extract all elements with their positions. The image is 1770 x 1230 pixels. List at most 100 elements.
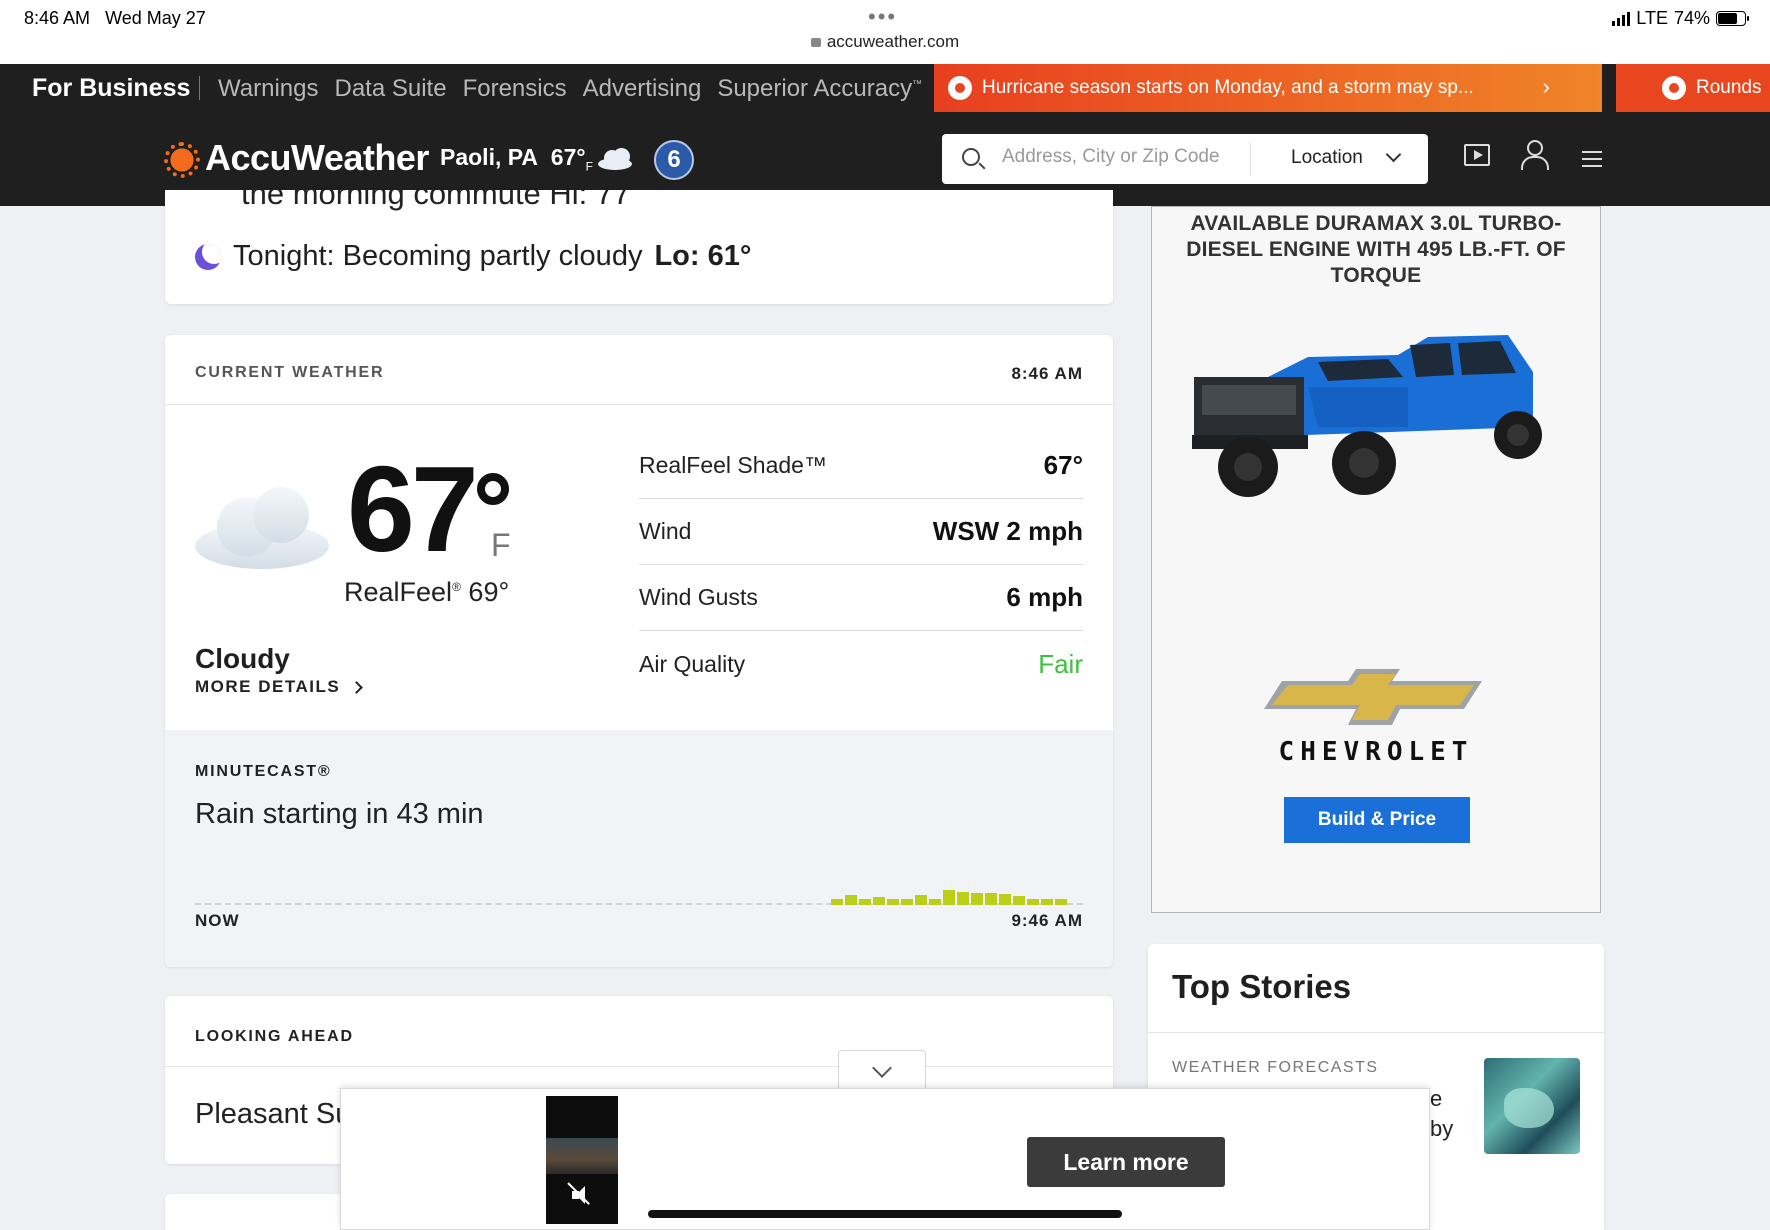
learn-more-button[interactable]: Learn more [1027,1137,1225,1187]
precip-bar [831,899,843,905]
hurricane-alert-banner[interactable]: Hurricane season starts on Monday, and a… [934,64,1602,112]
location-select[interactable]: Location [1291,147,1363,169]
accuweather-logo[interactable]: AccuWeather [205,137,429,179]
top-stories-title: Top Stories [1172,968,1352,1005]
story-line: by [1430,1116,1454,1141]
video-icon[interactable] [1464,144,1490,166]
precip-bar [929,899,941,905]
business-nav: Warnings Data Suite Forensics Advertisin… [218,75,922,103]
tonight-low: Lo: 61° [654,240,752,272]
nav-warnings[interactable]: Warnings [218,75,318,103]
divider [199,76,200,100]
precip-bar [943,890,955,905]
detail-wind-gusts: Wind Gusts 6 mph [639,565,1083,631]
forecast-summary-card: the morning commute Hi: 77 Tonight: Beco… [165,190,1113,304]
video-player[interactable] [546,1096,618,1224]
precip-bar [887,899,899,905]
minutecast-title: MINUTECAST® [195,763,332,780]
minutecast-start-label: NOW [195,911,240,930]
precip-bar [1027,899,1039,905]
story-thumbnail[interactable] [1484,1058,1580,1154]
more-details-link[interactable]: MORE DETAILS [195,677,364,697]
search-box: Location [942,134,1428,184]
minutecast-precip-bars [831,869,1071,905]
user-icon[interactable] [1520,140,1549,170]
home-indicator[interactable] [648,1210,1122,1218]
precip-bar [845,895,857,905]
cloud-icon [596,148,634,170]
precip-bar [1055,899,1067,905]
precip-bar [999,894,1011,905]
chevrolet-ad[interactable]: AVAILABLE DURAMAX 3.0L TURBO-DIESEL ENGI… [1151,206,1601,913]
secondary-alert-banner[interactable]: Rounds [1616,64,1770,112]
weather-details-list: RealFeel Shade™ 67° Wind WSW 2 mph Wind Gu… [639,433,1083,697]
precip-bar [957,892,969,905]
detail-wind: Wind WSW 2 mph [639,499,1083,565]
accuweather-sun-icon[interactable] [164,142,200,178]
divider [1250,142,1251,176]
story-line: e [1430,1086,1443,1111]
lock-icon [810,38,821,47]
current-weather-card[interactable]: CURRENT WEATHER 8:46 AM 67 F RealFeel® 6… [165,335,1113,967]
realfeel-value: RealFeel® 69° [344,577,510,607]
hurricane-icon [1662,76,1686,100]
tonight-forecast: Tonight: Becoming partly cloudy Lo: 61° [195,240,751,273]
story-category: WEATHER FORECASTS [1172,1059,1379,1076]
video-frame [546,1138,618,1174]
nav-data-suite[interactable]: Data Suite [334,75,446,103]
status-time: 8:46 AM Wed May 27 [24,8,206,28]
search-input[interactable] [1002,146,1242,168]
status-indicators: LTE 74% [1612,8,1749,29]
battery-percent: 74% [1673,8,1710,28]
detail-realfeel-shade: RealFeel Shade™ 67° [639,433,1083,499]
precip-bar [971,893,983,905]
search-icon [962,148,980,166]
story-headline-fragment[interactable]: e by [1430,1084,1453,1144]
precip-bar [1041,899,1053,905]
precip-bar [915,895,927,905]
current-weather-header: CURRENT WEATHER 8:46 AM [165,335,1113,405]
chevron-down-icon[interactable] [1385,146,1402,163]
nav-forensics[interactable]: Forensics [463,75,567,103]
address-bar[interactable]: accuweather.com [0,32,1770,52]
precip-bar [1013,896,1025,905]
degree-symbol [477,473,509,505]
chevron-right-icon: › [1542,74,1550,99]
for-business-link[interactable]: For Business [32,74,190,103]
moon-icon [195,243,221,270]
precip-bar [985,893,997,905]
temperature-unit: F [491,527,511,563]
chevron-right-icon [350,680,364,694]
current-weather-title: CURRENT WEATHER [195,364,385,381]
alert-text: Hurricane season starts on Monday, and a… [982,77,1474,98]
nav-advertising[interactable]: Advertising [583,75,702,103]
chevron-down-icon [872,1058,892,1078]
minutecast-summary: Rain starting in 43 min [195,798,484,830]
business-bar: For Business Warnings Data Suite Forensi… [0,64,1770,112]
divider [165,1066,1113,1067]
status-bar: 8:46 AM Wed May 27 ••• accuweather.com L… [0,0,1770,64]
precip-bar [873,897,885,905]
current-temperature: 67 [347,441,479,577]
header-location[interactable]: Paoli, PA 67°F [440,144,593,174]
truck-image [1192,335,1542,497]
tab-dots-icon[interactable]: ••• [868,4,897,30]
cloudy-icon [195,485,329,569]
signal-icon [1612,11,1631,26]
precip-bar [901,899,913,905]
video-ad-overlay[interactable]: Learn more [340,1088,1430,1230]
menu-icon[interactable] [1582,151,1602,167]
nav-superior-accuracy[interactable]: Superior Accuracy™ [717,75,922,103]
divider [1148,1032,1604,1033]
build-and-price-button[interactable]: Build & Price [1284,797,1470,843]
current-weather-time: 8:46 AM [1011,364,1083,383]
condition-label: Cloudy [195,643,290,674]
collapse-ad-tab[interactable] [838,1050,926,1090]
minutecast-section[interactable]: MINUTECAST® Rain starting in 43 min NOW … [165,730,1113,967]
minutecast-end-label: 9:46 AM [1011,911,1083,930]
abc6-badge[interactable]: 6 [654,140,694,180]
ad-headline: AVAILABLE DURAMAX 3.0L TURBO-DIESEL ENGI… [1186,212,1566,287]
chevrolet-bowtie-logo [1264,669,1482,725]
hurricane-icon [948,76,972,100]
battery-icon [1716,11,1749,26]
